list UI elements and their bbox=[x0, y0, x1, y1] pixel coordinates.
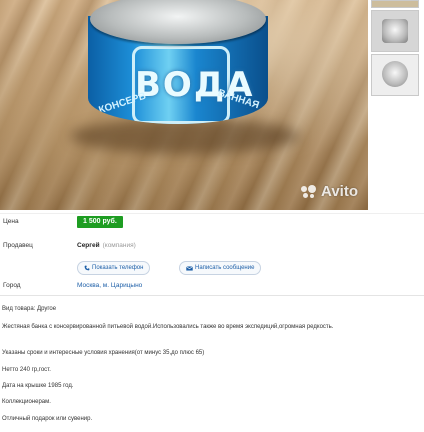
city-label: Город bbox=[3, 282, 21, 289]
description-line-2: Указаны сроки и интересные условия хране… bbox=[2, 350, 205, 356]
seller-name[interactable]: Сергей bbox=[77, 242, 100, 249]
price-label: Цена bbox=[3, 218, 19, 225]
description-line-4: Дата на крышке 1985 год. bbox=[2, 383, 74, 389]
description-line-1: Жестяная банка с консервированной питьев… bbox=[2, 324, 334, 330]
description-line-3: Нетто 240 гр,гост. bbox=[2, 367, 51, 373]
listing-photo[interactable]: ВОДА КОНСЕРВ ВАННАЯ Avito bbox=[0, 0, 368, 210]
show-phone-button[interactable]: Показать телефон bbox=[77, 261, 151, 275]
can-label: ВОДА bbox=[132, 46, 252, 124]
price-badge: 1 500 руб. bbox=[77, 216, 123, 228]
send-message-button[interactable]: Написать сообщение bbox=[179, 261, 262, 275]
thumbnail-2[interactable] bbox=[371, 10, 419, 52]
show-phone-label: Показать телефон bbox=[92, 265, 144, 271]
thumbnail-can-lid bbox=[382, 61, 408, 87]
thumbnail-1[interactable] bbox=[371, 0, 419, 8]
thumbnail-can-side bbox=[382, 19, 408, 43]
seller-info: Сергей (компания) bbox=[77, 241, 136, 250]
avito-logo-icon bbox=[301, 184, 317, 199]
city-value[interactable]: Москва, м. Царицыно bbox=[77, 281, 142, 290]
watermark-text: Avito bbox=[321, 183, 358, 200]
divider bbox=[0, 213, 424, 214]
description-line-5: Коллекционерам. bbox=[2, 399, 51, 405]
water-can-image: ВОДА КОНСЕРВ ВАННАЯ bbox=[88, 0, 268, 140]
item-type: Вид товара: Другое bbox=[2, 306, 57, 312]
thumbnail-3[interactable] bbox=[371, 54, 419, 96]
send-message-label: Написать сообщение bbox=[195, 265, 255, 271]
description-line-6: Отличный подарок или сувенир. bbox=[2, 416, 93, 422]
avito-watermark: Avito bbox=[301, 183, 358, 200]
divider bbox=[0, 295, 424, 296]
phone-icon bbox=[84, 265, 90, 271]
seller-role: (компания) bbox=[102, 242, 136, 249]
seller-label: Продавец bbox=[3, 242, 33, 249]
envelope-icon bbox=[186, 265, 193, 271]
